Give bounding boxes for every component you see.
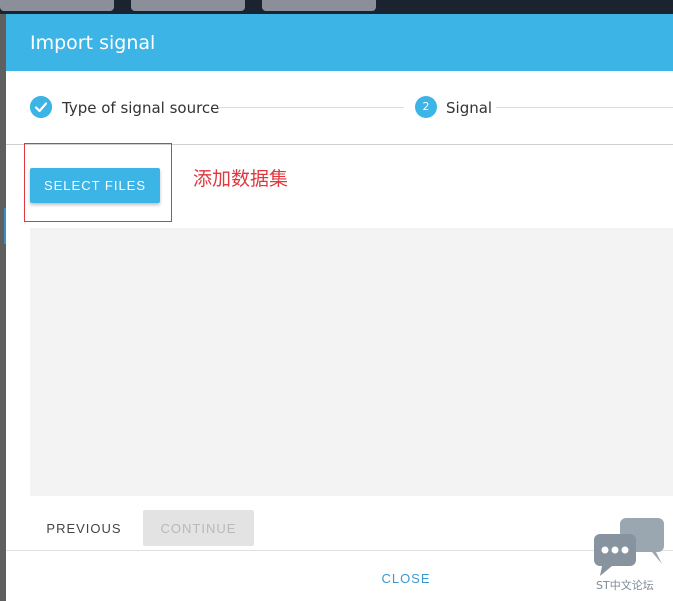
step-number-badge: 2 (415, 96, 437, 118)
dialog-title: Import signal (30, 32, 156, 54)
continue-button[interactable]: CONTINUE (143, 510, 254, 546)
close-button[interactable]: CLOSE (366, 566, 446, 590)
dialog-header: Import signal (6, 14, 673, 71)
background-tab (131, 0, 245, 11)
annotation-text: 添加数据集 (193, 168, 289, 190)
step-label-signal-source[interactable]: Type of signal source (62, 99, 219, 117)
footer-divider (6, 550, 673, 551)
watermark-text: ST中文论坛 (596, 579, 654, 592)
chat-bubbles-icon (592, 516, 666, 580)
background-tab (0, 0, 114, 11)
step-connector (218, 107, 404, 108)
step-connector (496, 107, 673, 108)
stepper: Type of signal source 2 Signal (6, 71, 673, 145)
previous-button[interactable]: PREVIOUS (36, 511, 132, 545)
file-drop-area[interactable] (30, 228, 673, 496)
import-signal-dialog: Import signal Type of signal source 2 Si… (6, 14, 673, 601)
check-icon (30, 96, 52, 118)
step-label-signal[interactable]: Signal (446, 99, 492, 117)
background-app-bar (0, 0, 673, 14)
background-tab (262, 0, 376, 11)
select-files-button[interactable]: SELECT FILES (30, 168, 160, 203)
